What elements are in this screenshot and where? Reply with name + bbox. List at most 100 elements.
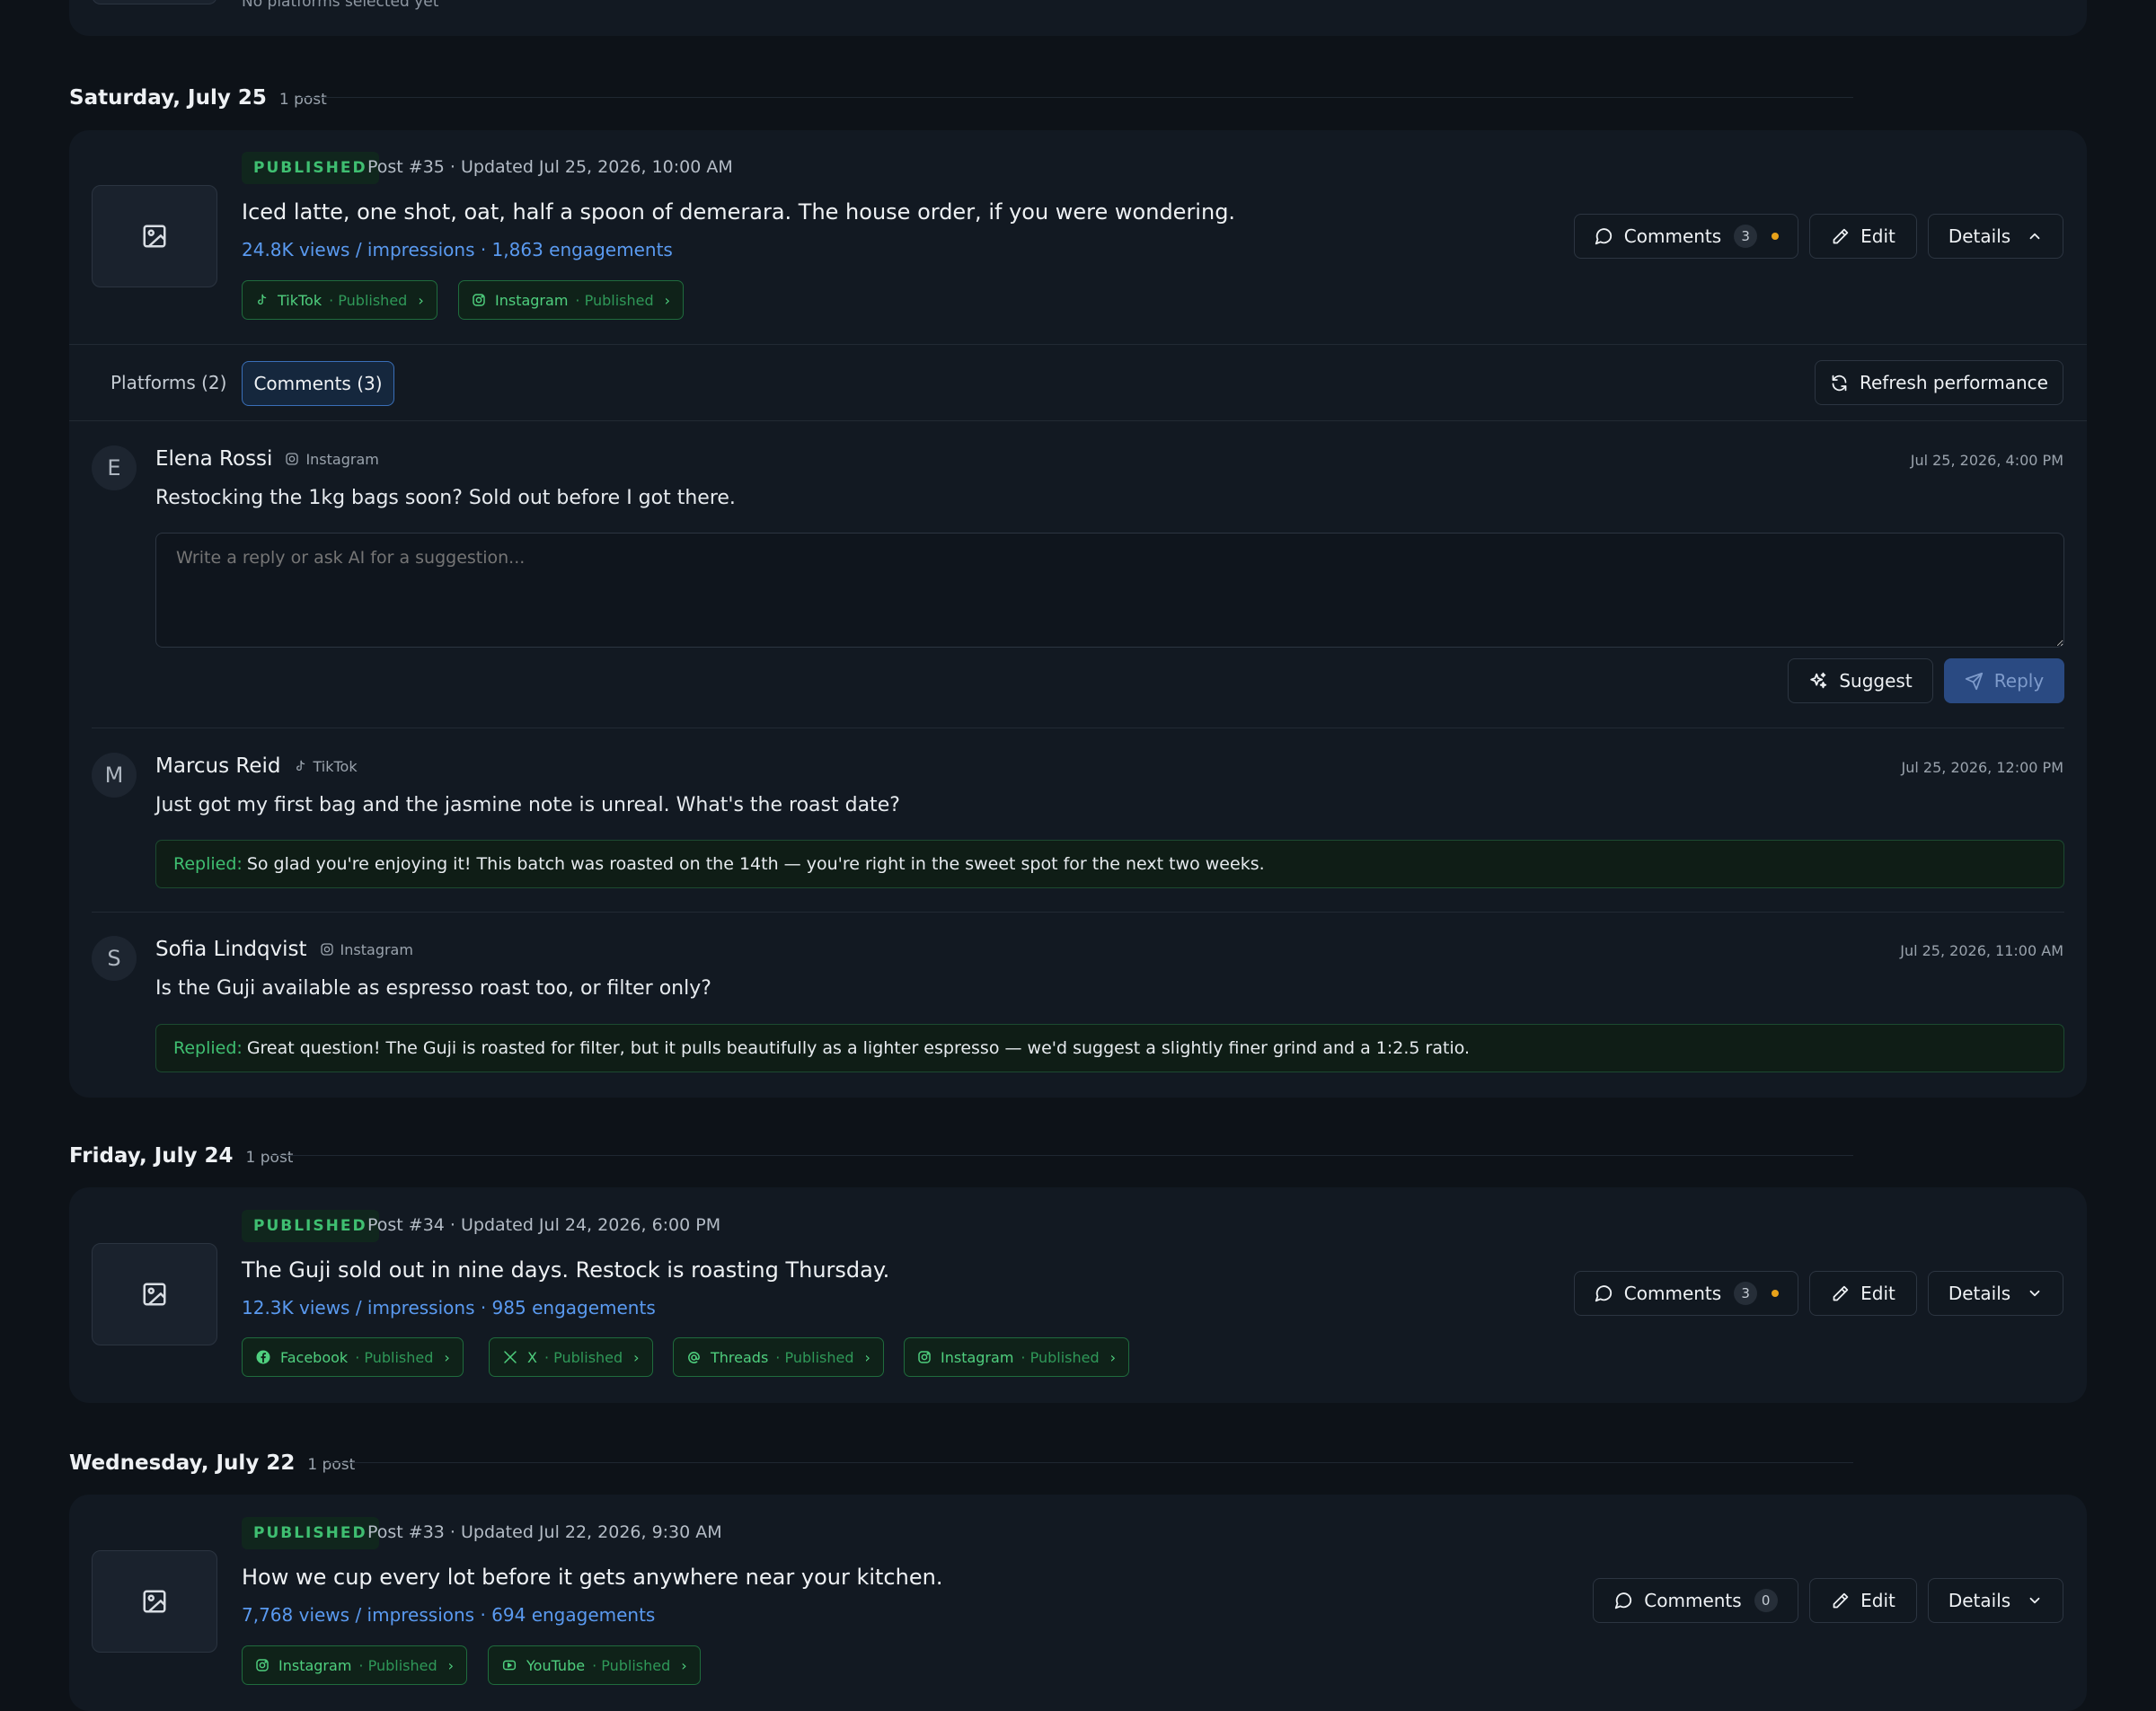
post-stats[interactable]: 7,768 views / impressions · 694 engageme… (242, 1604, 655, 1626)
details-button[interactable]: Details (1928, 214, 2063, 259)
comment-time: Jul 25, 2026, 4:00 PM (1910, 452, 2063, 469)
chevron-right-icon: › (681, 1656, 687, 1674)
instagram-icon (256, 1659, 269, 1671)
chevron-right-icon: › (664, 291, 671, 309)
comments-button[interactable]: Comments 3 (1574, 214, 1798, 259)
edit-button[interactable]: Edit (1809, 1578, 1917, 1623)
details-button[interactable]: Details (1928, 1578, 2063, 1623)
platform-name: Instagram (340, 940, 413, 958)
pencil-icon (1833, 1592, 1849, 1608)
unread-dot (1772, 233, 1780, 240)
day-title: Friday, July 24 (69, 1144, 234, 1168)
send-icon (1965, 672, 1983, 690)
day-header: Saturday, July 25 1 post (69, 86, 327, 110)
day-divider (299, 97, 1853, 98)
sparkles-icon (1810, 672, 1827, 689)
comment-author: Marcus Reid TikTok (155, 754, 358, 778)
comment-icon (1595, 1285, 1612, 1302)
details-button[interactable]: Details (1928, 1271, 2063, 1316)
day-divider (271, 1155, 1853, 1156)
status-badge: PUBLISHED (242, 1517, 379, 1549)
comment-platform: TikTok (294, 758, 358, 775)
chevron-right-icon: › (418, 291, 424, 309)
comment-text: Just got my first bag and the jasmine no… (155, 794, 900, 816)
platform-status: · Published (543, 1348, 623, 1366)
reply-input[interactable] (155, 533, 2064, 648)
reply-text: So glad you're enjoying it! This batch w… (246, 854, 1265, 874)
comment-author: Sofia Lindqvist Instagram (155, 938, 413, 961)
image-icon (143, 1283, 166, 1306)
comment-text: Restocking the 1kg bags soon? Sold out b… (155, 487, 736, 509)
refresh-icon (1832, 375, 1847, 391)
reply-button[interactable]: Reply (1944, 658, 2064, 703)
post-stats[interactable]: 12.3K views / impressions · 985 engageme… (242, 1297, 656, 1319)
platform-chip-threads[interactable]: Threads · Published › (673, 1337, 884, 1377)
platform-chip-x[interactable]: X · Published › (489, 1337, 653, 1377)
platform-chip-facebook[interactable]: Facebook · Published › (242, 1337, 464, 1377)
platform-name: TikTok (278, 291, 323, 309)
platform-name: X (527, 1348, 537, 1366)
post-thumbnail[interactable] (92, 1243, 217, 1345)
threads-icon (688, 1351, 700, 1363)
instagram-icon (286, 453, 299, 465)
facebook-icon (256, 1350, 270, 1364)
edit-button[interactable]: Edit (1809, 1271, 1917, 1316)
platform-status: · Published (575, 291, 654, 309)
chevron-right-icon: › (1109, 1348, 1117, 1366)
author-name: Elena Rossi (155, 447, 273, 471)
comment-platform: Instagram (320, 941, 413, 958)
avatar: E (92, 445, 137, 490)
comment-platform: Instagram (285, 451, 379, 468)
post-thumbnail[interactable] (92, 185, 217, 287)
day-post-count: 1 post (307, 1456, 356, 1474)
day-title: Wednesday, July 22 (69, 1451, 296, 1475)
chevron-down-icon (2029, 1290, 2040, 1297)
previous-post-card: No platforms selected yet (69, 0, 2087, 36)
platform-status: · Published (775, 1348, 854, 1366)
platform-status: · Published (358, 1656, 437, 1674)
chevron-right-icon: › (633, 1348, 640, 1366)
platform-chip-instagram[interactable]: Instagram · Published › (242, 1645, 468, 1685)
platform-status: · Published (329, 291, 408, 309)
previous-thumbnail (92, 0, 217, 4)
edit-button[interactable]: Edit (1809, 214, 1917, 259)
pencil-icon (1833, 228, 1849, 243)
comments-label: Comments (1623, 225, 1722, 247)
platform-name: Instagram (941, 1348, 1014, 1366)
platform-chip-tiktok[interactable]: TikTok · Published › (242, 280, 437, 320)
avatar: S (92, 936, 137, 981)
suggest-label: Suggest (1839, 670, 1913, 692)
reply-label: Reply (1993, 670, 2045, 692)
author-name: Sofia Lindqvist (155, 938, 307, 961)
reply-box: Replied: So glad you're enjoying it! Thi… (155, 840, 2064, 888)
post-stats[interactable]: 24.8K views / impressions · 1,863 engage… (242, 239, 673, 260)
tab-platforms[interactable]: Platforms (2) (110, 372, 226, 393)
tab-comments[interactable]: Comments (3) (242, 361, 394, 406)
chevron-up-icon (2029, 233, 2040, 240)
comment-divider (92, 912, 2064, 913)
post-caption: Iced latte, one shot, oat, half a spoon … (242, 199, 1236, 225)
chevron-right-icon: › (444, 1348, 450, 1366)
suggest-button[interactable]: Suggest (1788, 658, 1933, 703)
status-badge: PUBLISHED (242, 152, 379, 184)
tab-comments-label: Comments (3) (253, 373, 383, 394)
youtube-icon (502, 1660, 517, 1671)
post-meta: Post #33 · Updated Jul 22, 2026, 9:30 AM (367, 1522, 722, 1542)
comments-button[interactable]: Comments 0 (1593, 1578, 1798, 1623)
instagram-icon (918, 1351, 931, 1363)
platform-chip-instagram[interactable]: Instagram · Published › (458, 280, 685, 320)
day-post-count: 1 post (278, 91, 327, 109)
platform-chip-youtube[interactable]: YouTube · Published › (488, 1645, 701, 1685)
platform-chip-instagram[interactable]: Instagram · Published › (904, 1337, 1130, 1377)
chevron-down-icon (2029, 1597, 2040, 1604)
comments-button[interactable]: Comments 3 (1574, 1271, 1798, 1316)
post-caption: The Guji sold out in nine days. Restock … (242, 1257, 890, 1283)
comment-time: Jul 25, 2026, 12:00 PM (1901, 759, 2063, 776)
platform-name: Threads (711, 1348, 769, 1366)
avatar: M (92, 753, 137, 798)
replied-label: Replied: (173, 854, 243, 874)
post-thumbnail[interactable] (92, 1550, 217, 1653)
refresh-performance-button[interactable]: Refresh performance (1815, 360, 2063, 405)
tabs-divider (69, 420, 2087, 421)
platform-status: · Published (592, 1656, 671, 1674)
